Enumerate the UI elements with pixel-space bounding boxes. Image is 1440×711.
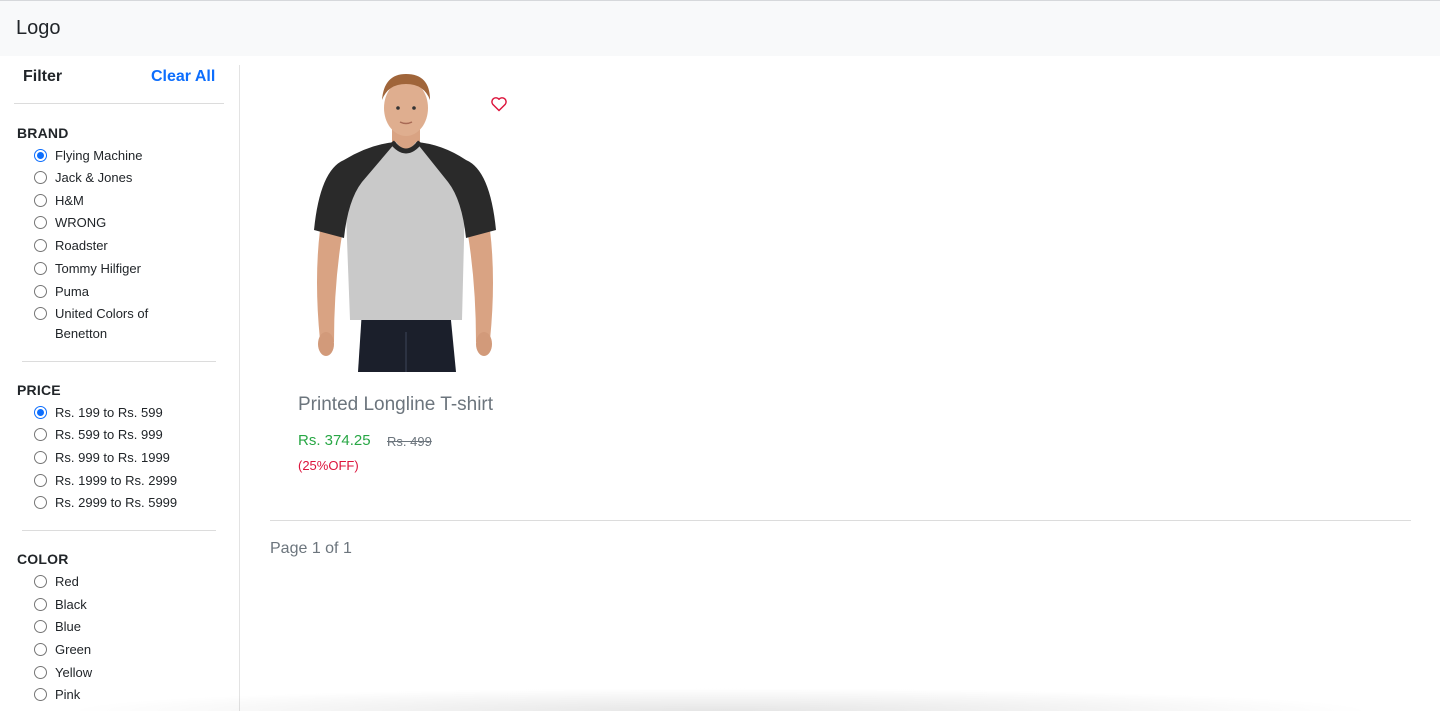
radio-button[interactable]: [34, 428, 47, 441]
option-label: Tommy Hilfiger: [55, 261, 141, 276]
price-option[interactable]: Rs. 999 to Rs. 1999: [34, 448, 224, 468]
product-original-price: Rs. 499: [387, 434, 432, 449]
option-label: United Colors of Benetton: [55, 306, 149, 341]
radio-button[interactable]: [34, 496, 47, 509]
radio-button[interactable]: [34, 285, 47, 298]
radio-button[interactable]: [34, 474, 47, 487]
option-label: Rs. 999 to Rs. 1999: [55, 450, 170, 465]
radio-button[interactable]: [34, 307, 47, 320]
option-label: Rs. 599 to Rs. 999: [55, 427, 163, 442]
option-label: Rs. 2999 to Rs. 5999: [55, 495, 178, 510]
radio-button[interactable]: [34, 194, 47, 207]
radio-button[interactable]: [34, 239, 47, 252]
color-option[interactable]: Red: [34, 572, 224, 592]
brand-option[interactable]: H&M: [34, 191, 224, 211]
option-label: Green: [55, 642, 92, 657]
product-discount: (25%OFF): [298, 458, 359, 473]
option-label: Red: [55, 574, 79, 589]
option-label: Roadster: [55, 238, 108, 253]
price-option[interactable]: Rs. 599 to Rs. 999: [34, 425, 224, 445]
price-option[interactable]: Rs. 2999 to Rs. 5999: [34, 493, 224, 513]
brand-option[interactable]: Jack & Jones: [34, 168, 224, 188]
radio-button[interactable]: [34, 451, 47, 464]
color-option[interactable]: Green: [34, 640, 224, 660]
option-label: Black: [55, 597, 87, 612]
radio-button[interactable]: [34, 262, 47, 275]
color-option[interactable]: Pink: [34, 685, 224, 705]
option-label: Yellow: [55, 665, 93, 680]
section-title-brand: BRAND: [17, 125, 69, 141]
product-image[interactable]: [300, 70, 510, 372]
radio-button[interactable]: [34, 406, 47, 419]
navbar: Logo: [0, 0, 1440, 56]
section-title-color: COLOR: [17, 551, 69, 567]
radio-button[interactable]: [34, 575, 47, 588]
radio-button[interactable]: [34, 171, 47, 184]
option-label: WRONG: [55, 215, 107, 230]
bottom-shadow: [60, 688, 1380, 711]
clear-all-button[interactable]: Clear All: [151, 68, 215, 86]
price-option[interactable]: Rs. 1999 to Rs. 2999: [34, 471, 224, 491]
filter-sidebar: Filter Clear All BRAND Flying Machine Ja…: [0, 65, 240, 711]
section-title-price: PRICE: [17, 382, 61, 398]
product-name[interactable]: Printed Longline T-shirt: [298, 394, 493, 416]
option-label: Rs. 1999 to Rs. 2999: [55, 473, 178, 488]
product-price: Rs. 374.25: [298, 432, 371, 449]
radio-button[interactable]: [34, 688, 47, 701]
radio-button[interactable]: [34, 598, 47, 611]
option-label: Jack & Jones: [55, 170, 133, 185]
brand-option[interactable]: Puma: [34, 282, 224, 302]
brand-option[interactable]: Tommy Hilfiger: [34, 259, 224, 279]
divider: [22, 530, 216, 531]
option-label: Puma: [55, 284, 89, 299]
heart-icon[interactable]: [490, 96, 508, 112]
radio-button[interactable]: [34, 643, 47, 656]
color-option[interactable]: Black: [34, 595, 224, 615]
price-option[interactable]: Rs. 199 to Rs. 599: [34, 403, 224, 423]
divider: [22, 361, 216, 362]
option-label: Blue: [55, 619, 82, 634]
brand-option[interactable]: WRONG: [34, 213, 224, 233]
pagination-info: Page 1 of 1: [270, 540, 352, 557]
radio-button[interactable]: [34, 149, 47, 162]
filter-title: Filter: [23, 68, 63, 85]
brand-option[interactable]: United Colors of Benetton: [34, 304, 174, 344]
radio-button[interactable]: [34, 666, 47, 679]
color-option[interactable]: Yellow: [34, 663, 224, 683]
option-label: Rs. 199 to Rs. 599: [55, 405, 163, 420]
divider: [14, 103, 224, 104]
divider: [270, 520, 1411, 521]
radio-button[interactable]: [34, 620, 47, 633]
option-label: Pink: [55, 687, 81, 702]
brand-option[interactable]: Roadster: [34, 236, 224, 256]
product-card[interactable]: Printed Longline T-shirt Rs. 374.25 Rs. …: [290, 70, 520, 480]
radio-button[interactable]: [34, 216, 47, 229]
logo[interactable]: Logo: [16, 17, 61, 40]
brand-option[interactable]: Flying Machine: [34, 146, 224, 166]
option-label: Flying Machine: [55, 148, 143, 163]
color-option[interactable]: Blue: [34, 617, 224, 637]
option-label: H&M: [55, 193, 84, 208]
